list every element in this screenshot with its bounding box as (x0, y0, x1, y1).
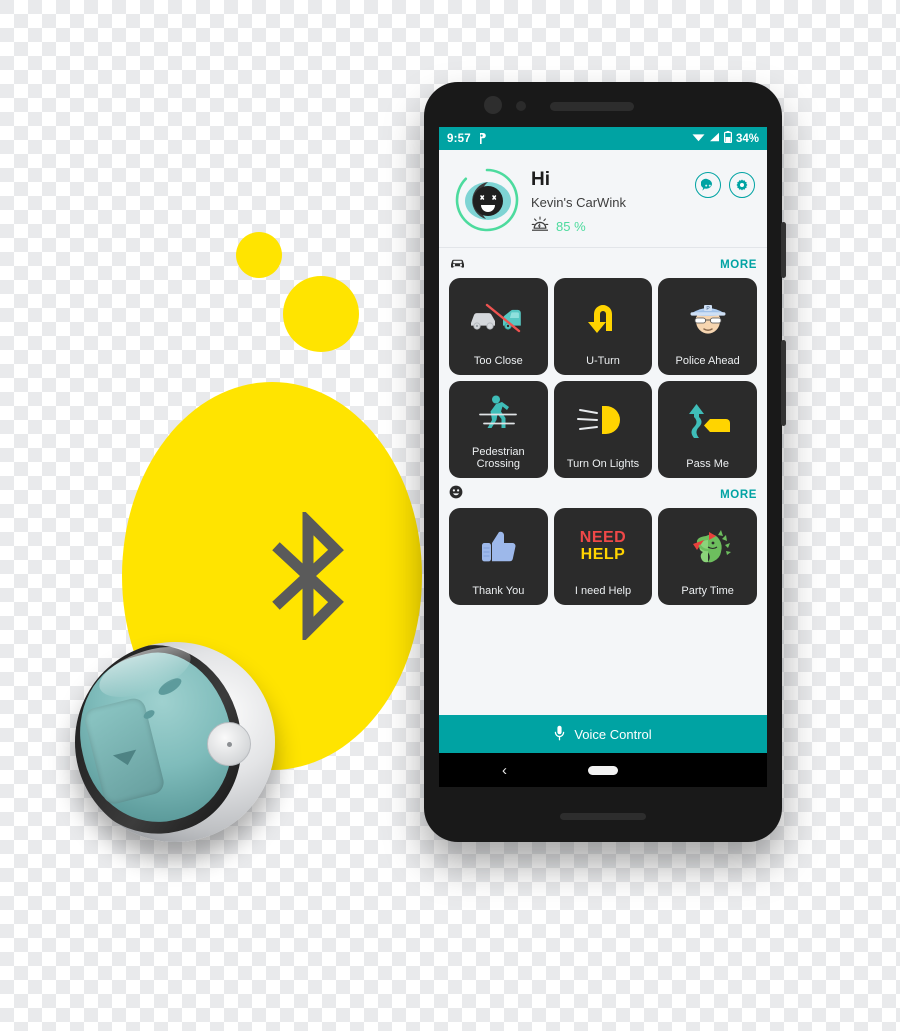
tile-label: Pass Me (686, 458, 730, 471)
carwink-status-icon (478, 132, 489, 145)
tile-label: Police Ahead (675, 355, 740, 368)
pedestrian-crossing-icon (449, 381, 548, 446)
status-bar: 9:57 34% (439, 127, 767, 150)
tile-label: U-Turn (586, 355, 620, 368)
header-text-block: Hi Kevin's CarWink 85 % (531, 164, 626, 237)
brightness-row: 85 % (531, 216, 626, 237)
voice-control-label: Voice Control (574, 726, 652, 742)
headlight-icon (554, 381, 653, 458)
device-triangle-marker (112, 749, 140, 768)
status-time: 9:57 (447, 132, 471, 145)
device-header-card: Hi Kevin's CarWink 85 % (439, 150, 767, 248)
need-help-line1: NEED (579, 529, 627, 547)
more-link-social[interactable]: MORE (720, 489, 757, 501)
chat-bubble-button[interactable] (695, 172, 721, 198)
party-dinosaur-icon (658, 508, 757, 585)
brightness-value: 85 % (556, 218, 586, 234)
tile-label: Pedestrian Crossing (472, 445, 525, 471)
device-power-button (207, 722, 251, 766)
tile-label: Party Time (681, 585, 734, 598)
tile-label: Too Close (473, 355, 523, 368)
tile-pass-me[interactable]: Pass Me (658, 380, 757, 478)
wifi-icon (692, 132, 705, 145)
tile-police-ahead[interactable]: P Police Ahead (658, 277, 757, 375)
pass-me-arrow-car-icon (658, 381, 757, 458)
phone-top-bezel (424, 82, 782, 127)
proximity-sensor-icon (516, 101, 526, 111)
section-header-social: MORE (449, 482, 757, 508)
decorative-circle-small (236, 232, 282, 278)
phone-volume-button[interactable] (781, 340, 786, 426)
greeting-text: Hi (531, 169, 550, 190)
decorative-circle-medium (283, 276, 359, 352)
voice-control-button[interactable]: Voice Control (439, 715, 767, 753)
settings-button[interactable] (729, 172, 755, 198)
device-name-text: Kevin's CarWink (531, 194, 626, 210)
home-pill-indicator[interactable] (588, 765, 618, 775)
phone-bottom-bezel (424, 787, 782, 842)
earpiece-speaker (550, 102, 634, 111)
bluetooth-logo-icon (272, 512, 344, 640)
brightness-sun-icon (531, 216, 549, 237)
back-chevron-icon[interactable]: ‹ (502, 762, 507, 779)
gear-icon (736, 179, 748, 191)
need-help-line2: HELP (580, 545, 626, 563)
device-vent-large (156, 675, 184, 699)
tile-grid-social: Thank You NEED HELP I need Help Party Ti… (449, 507, 757, 605)
cellular-signal-icon (709, 132, 720, 145)
thumbs-up-icon (449, 508, 548, 585)
police-officer-icon: P (658, 278, 757, 355)
header-actions (695, 164, 755, 198)
phone-screen: 9:57 34% Hi Kevin's CarWink 85 % MORE To… (439, 127, 767, 787)
need-help-text-icon: NEED HELP (554, 508, 653, 585)
tile-label: Turn On Lights (566, 458, 640, 471)
bottom-speaker-grille (560, 813, 646, 820)
status-right-group: 34% (692, 131, 759, 146)
front-camera-icon (484, 96, 502, 114)
tile-label: I need Help (574, 585, 632, 598)
tile-turn-on-lights[interactable]: Turn On Lights (553, 380, 653, 478)
smiley-face-icon (449, 485, 463, 504)
smiling-face-avatar-icon (455, 168, 519, 232)
actions-content: MORE Too Close U-Turn P Police Ahead Ped… (439, 247, 767, 715)
phone-mockup: 9:57 34% Hi Kevin's CarWink 85 % MORE To… (424, 82, 786, 842)
tile-party-time[interactable]: Party Time (658, 507, 757, 605)
more-link-driving[interactable]: MORE (720, 259, 757, 271)
section-header-driving: MORE (449, 252, 757, 278)
microphone-icon (554, 725, 565, 744)
android-nav-bar: ‹ (439, 753, 767, 787)
carwink-device (75, 642, 275, 842)
tile-grid-driving: Too Close U-Turn P Police Ahead Pedestri… (449, 277, 757, 478)
tile-i-need-help[interactable]: NEED HELP I need Help (553, 507, 653, 605)
battery-percent: 34% (735, 132, 759, 145)
u-turn-arrow-icon (554, 278, 653, 355)
phone-power-button[interactable] (781, 222, 786, 278)
tile-too-close[interactable]: Too Close (449, 277, 548, 375)
car-icon (449, 256, 466, 274)
chat-bubble-icon (701, 178, 712, 191)
avatar (451, 164, 523, 236)
tile-label: Thank You (472, 585, 525, 598)
tile-u-turn[interactable]: U-Turn (553, 277, 653, 375)
two-cars-crossed-out-icon (449, 278, 548, 355)
battery-icon (723, 131, 732, 146)
tile-thank-you[interactable]: Thank You (449, 507, 548, 605)
tile-pedestrian-crossing[interactable]: Pedestrian Crossing (449, 380, 548, 478)
